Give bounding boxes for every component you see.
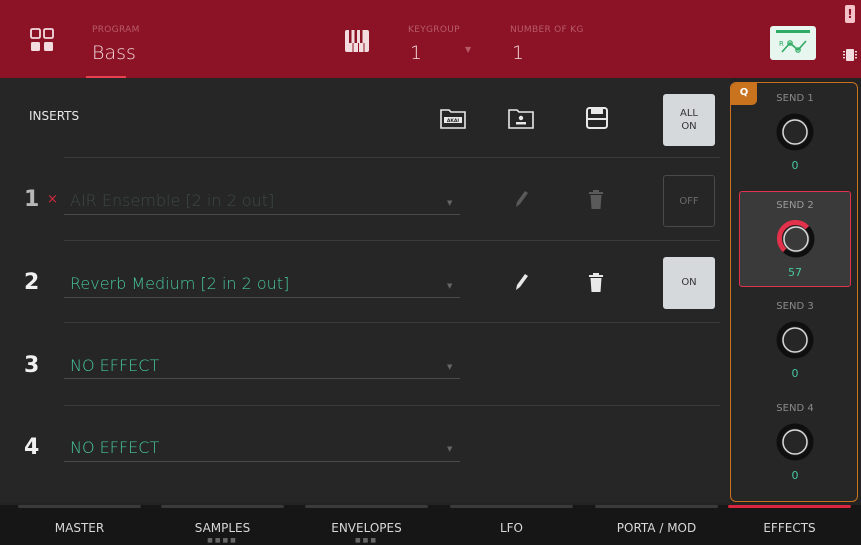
tab-effects[interactable]: EFFECTS (718, 505, 861, 545)
keyboard-icon[interactable] (345, 30, 369, 52)
tab-master[interactable]: MASTER (8, 505, 151, 545)
row-divider (64, 157, 720, 158)
tab-indicator (18, 505, 141, 508)
tab-label: EFFECTS (763, 521, 816, 535)
send-label: SEND 1 (776, 93, 814, 104)
insert-effect-select[interactable]: NO EFFECT (70, 438, 159, 457)
insert-slot-number: 2 (24, 270, 40, 295)
edit-pencil-icon[interactable] (513, 189, 529, 209)
save-icon[interactable] (584, 107, 610, 129)
routing-icon[interactable]: R (770, 26, 816, 60)
tab-samples[interactable]: SAMPLES ■■■■ (151, 505, 294, 545)
warning-icon[interactable]: ! (845, 5, 855, 23)
tab-label: SAMPLES (194, 521, 251, 535)
send-value: 0 (791, 159, 799, 172)
tab-lfo[interactable]: LFO (440, 505, 583, 545)
send-3-control[interactable]: SEND 3 0 (739, 293, 851, 389)
chevron-down-icon[interactable]: ▼ (447, 199, 452, 207)
sends-panel: Q SEND 1 0 SEND 2 57 SEND 3 0 SEND 4 0 (730, 82, 858, 502)
all-on-button[interactable]: ALL ON (663, 94, 715, 146)
row-divider (64, 405, 720, 406)
chevron-down-icon[interactable]: ▼ (447, 282, 452, 290)
effect-select-underline (64, 214, 460, 215)
delete-trash-icon[interactable] (588, 273, 604, 292)
insert-slot-number: 4 (24, 435, 40, 460)
cpu-chip-icon (843, 49, 857, 61)
tab-indicator (728, 505, 851, 508)
insert-toggle-button[interactable]: OFF (663, 175, 715, 227)
send-label: SEND 3 (776, 301, 814, 312)
insert-effect-select[interactable]: AIR Ensemble [2 in 2 out] (70, 191, 274, 210)
all-on-label-line1: ALL (680, 108, 698, 119)
send-1-control[interactable]: SEND 1 0 (739, 85, 851, 181)
svg-text:AKAI: AKAI (447, 118, 459, 124)
delete-trash-icon[interactable] (588, 190, 604, 209)
send-knob-icon[interactable] (777, 220, 815, 258)
bypass-x-icon: × (47, 192, 58, 207)
insert-effect-select[interactable]: NO EFFECT (70, 356, 159, 375)
chevron-down-icon[interactable]: ▼ (447, 445, 452, 453)
inserts-title: INSERTS (29, 109, 80, 123)
send-4-control[interactable]: SEND 4 0 (739, 395, 851, 491)
svg-text:R: R (779, 40, 784, 48)
tab-label: ENVELOPES (331, 521, 402, 535)
tab-envelopes[interactable]: ENVELOPES ■■■ (295, 505, 438, 545)
send-label: SEND 4 (776, 403, 814, 414)
effect-select-underline (64, 297, 460, 298)
send-value: 0 (791, 469, 799, 482)
tab-porta-mod[interactable]: PORTA / MOD (585, 505, 728, 545)
program-value[interactable]: Bass (92, 42, 136, 64)
send-value: 0 (791, 367, 799, 380)
row-divider (64, 322, 720, 323)
subpage-dots-icon: ■■■ (354, 537, 378, 544)
insert-slot-number: 1 (24, 187, 40, 212)
effect-select-underline (64, 461, 460, 462)
user-folder-icon[interactable] (508, 107, 534, 129)
akai-folder-icon[interactable]: AKAI (440, 107, 466, 129)
tab-indicator (595, 505, 718, 508)
effect-select-underline (64, 378, 460, 379)
subpage-dots-icon: ■■■■ (207, 537, 238, 544)
tab-label: LFO (499, 521, 524, 535)
row-divider (64, 240, 720, 241)
tab-indicator (450, 505, 573, 508)
tab-indicator (305, 505, 428, 508)
send-value: 57 (788, 266, 802, 279)
send-2-control[interactable]: SEND 2 57 (739, 191, 851, 287)
num-kg-label: NUMBER OF KG (510, 25, 584, 35)
keygroup-label: KEYGROUP (408, 25, 460, 35)
inserts-panel: INSERTS AKAI ALL ON 1 × AIR Ensemble [2 … (0, 78, 730, 503)
chevron-down-icon[interactable]: ▼ (447, 363, 452, 371)
send-knob-icon[interactable] (776, 113, 814, 151)
edit-pencil-icon[interactable] (513, 272, 529, 292)
tab-label: PORTA / MOD (616, 521, 697, 535)
footer-tab-bar: MASTER SAMPLES ■■■■ ENVELOPES ■■■ LFO PO… (0, 505, 861, 545)
num-kg-value[interactable]: 1 (512, 42, 524, 64)
insert-slot-number: 3 (24, 353, 40, 378)
send-knob-icon[interactable] (776, 423, 814, 461)
tab-label: MASTER (54, 521, 105, 535)
insert-toggle-button[interactable]: ON (663, 257, 715, 309)
program-label: PROGRAM (92, 25, 140, 35)
keygroup-dropdown-icon[interactable]: ▼ (465, 45, 471, 54)
send-label: SEND 2 (776, 200, 814, 211)
all-on-label-line2: ON (681, 121, 697, 132)
send-knob-icon[interactable] (776, 321, 814, 359)
grid-menu-icon[interactable] (30, 28, 54, 52)
insert-effect-select[interactable]: Reverb Medium [2 in 2 out] (70, 274, 289, 293)
header-bar: PROGRAM Bass KEYGROUP 1 ▼ NUMBER OF KG 1… (0, 0, 861, 78)
tab-indicator (161, 505, 284, 508)
keygroup-value[interactable]: 1 (410, 42, 422, 64)
